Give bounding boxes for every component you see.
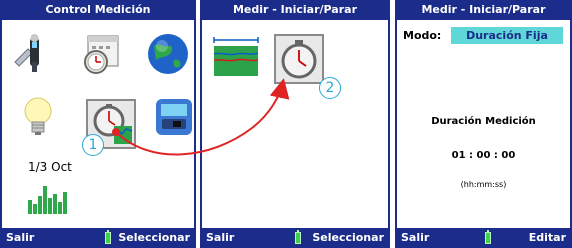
flow-arrow <box>112 78 290 156</box>
